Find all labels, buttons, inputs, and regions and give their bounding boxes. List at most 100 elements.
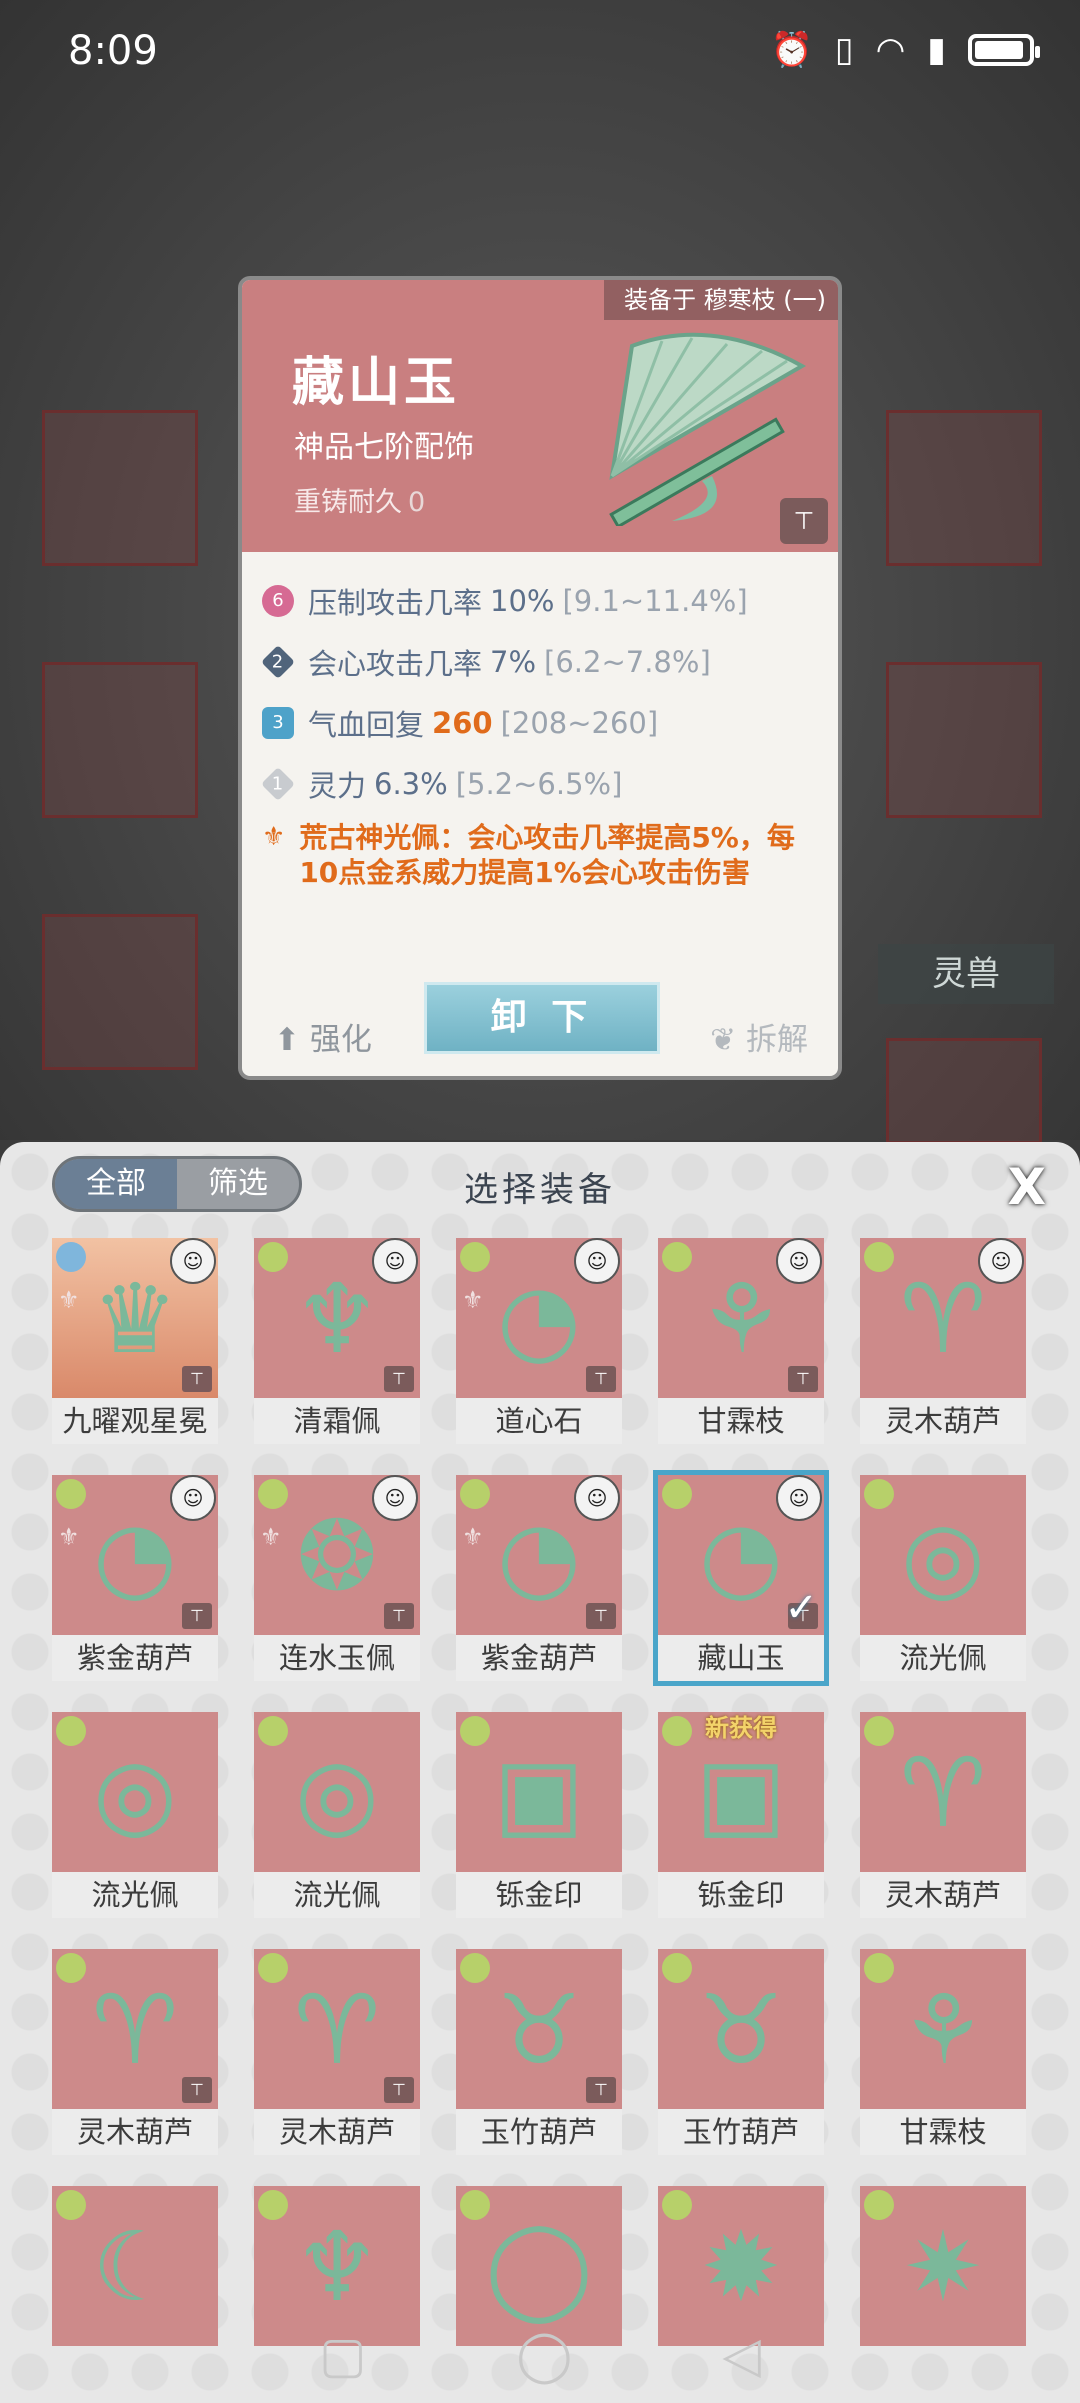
equipment-slot[interactable]: ⚘ 甘霖枝 bbox=[860, 1949, 1026, 2155]
equipment-slot[interactable]: ◔ ⚜ ☺ ⊤ 紫金葫芦 bbox=[456, 1475, 622, 1681]
equipment-name: 清霜佩 bbox=[254, 1398, 420, 1444]
equipment-slot[interactable]: ♈ 灵木葫芦 bbox=[860, 1712, 1026, 1918]
attribute-row: 3 气血回复 260 [208~260] bbox=[262, 692, 822, 753]
set-bonus-icon: ⚜ bbox=[462, 1523, 484, 1551]
unequip-button[interactable]: 卸 下 bbox=[424, 982, 660, 1054]
element-icon bbox=[662, 1953, 692, 1983]
element-icon bbox=[662, 1242, 692, 1272]
hero-avatar-icon: ☺ bbox=[574, 1238, 620, 1284]
background-slot bbox=[42, 410, 198, 566]
set-bonus-icon: ⚜ bbox=[462, 1286, 484, 1314]
attribute-range: [5.2~6.5%] bbox=[455, 766, 623, 801]
battery-icon bbox=[968, 34, 1040, 66]
hero-avatar-icon: ☺ bbox=[170, 1238, 216, 1284]
item-name: 藏山玉 bbox=[292, 353, 461, 413]
equipment-name: 连水玉佩 bbox=[254, 1635, 420, 1681]
equipment-slot[interactable]: ♛ ⚜ ☺ ⊤ 九曜观星冕 bbox=[52, 1238, 218, 1444]
equipment-slot[interactable]: ▣ 新获得 铄金印 bbox=[658, 1712, 824, 1918]
equipment-name: 流光佩 bbox=[860, 1635, 1026, 1681]
equipment-slot[interactable]: ♆ ☺ ⊤ 清霜佩 bbox=[254, 1238, 420, 1444]
jade-fan-icon bbox=[609, 332, 807, 526]
signal-icon: ▮ bbox=[927, 30, 946, 70]
card-header: 装备于 穆寒枝 (一) 藏山玉 神品七阶配饰 重铸耐久 0 ⊤ bbox=[242, 280, 838, 552]
equipment-name: 灵木葫芦 bbox=[860, 1872, 1026, 1918]
element-icon bbox=[56, 1242, 86, 1272]
green-gourd-icon: ♉ bbox=[697, 1974, 785, 2086]
equipment-slot[interactable]: ▣ 铄金印 bbox=[456, 1712, 622, 1918]
equipment-name: 灵木葫芦 bbox=[254, 2109, 420, 2155]
strengthen-button[interactable]: ⬆ 强化 bbox=[274, 1014, 372, 1059]
equipment-slot[interactable]: ♉ 玉竹葫芦 bbox=[658, 1949, 824, 2155]
lock-icon: ⊤ bbox=[384, 1603, 414, 1629]
element-icon bbox=[56, 1953, 86, 1983]
hero-avatar-icon: ☺ bbox=[372, 1238, 418, 1284]
navigation-bar: ▢ ◯ ◁ bbox=[0, 2306, 1080, 2403]
wifi-icon: ◠ bbox=[875, 30, 906, 70]
equipment-select-panel: 全部 筛选 选择装备 X ♛ ⚜ ☺ ⊤ 九曜观星冕 ♆ ☺ ⊤ 清霜佩 ◔ ⚜ ☺ ⊤ 道心石 ⚘ ☺ ⊤ 甘霖… bbox=[0, 1142, 1080, 2403]
dismantle-button[interactable]: ❦ 拆解 bbox=[710, 1014, 808, 1059]
attribute-range: [6.2~7.8%] bbox=[544, 644, 711, 679]
equipment-slot[interactable]: ♈ ☺ 灵木葫芦 bbox=[860, 1238, 1026, 1444]
equipment-slot[interactable]: ❂ ⚜ ☺ ⊤ 连水玉佩 bbox=[254, 1475, 420, 1681]
equipment-slot[interactable]: ◔ ⚜ ☺ ⊤ 紫金葫芦 bbox=[52, 1475, 218, 1681]
hero-avatar-icon: ☺ bbox=[776, 1475, 822, 1521]
background-slot bbox=[42, 914, 198, 1070]
attribute-range: [208~260] bbox=[500, 705, 659, 740]
seal-icon: ▣ bbox=[695, 1737, 787, 1849]
home-icon[interactable]: ◯ bbox=[516, 2326, 572, 2384]
background-slot bbox=[886, 1038, 1042, 1144]
equipment-name: 玉竹葫芦 bbox=[658, 2109, 824, 2155]
equipment-name: 甘霖枝 bbox=[860, 2109, 1026, 2155]
card-actions: ⬆ 强化 卸 下 ❦ 拆解 bbox=[242, 970, 838, 1076]
recast-durability: 重铸耐久 0 bbox=[294, 480, 425, 519]
hero-avatar-icon: ☺ bbox=[372, 1475, 418, 1521]
equipment-slot[interactable]: ♈ ⊤ 灵木葫芦 bbox=[52, 1949, 218, 2155]
clock: 8:09 bbox=[68, 28, 158, 74]
lock-icon: ⊤ bbox=[586, 1603, 616, 1629]
lock-icon: ⊤ bbox=[384, 2077, 414, 2103]
equipment-name: 紫金葫芦 bbox=[456, 1635, 622, 1681]
attribute-range: [9.1~11.4%] bbox=[562, 583, 748, 618]
close-button[interactable]: X bbox=[1007, 1158, 1046, 1216]
equipment-name: 流光佩 bbox=[52, 1872, 218, 1918]
equipment-slot[interactable]: ♈ ⊤ 灵木葫芦 bbox=[254, 1949, 420, 2155]
set-bonus-icon: ⚜ bbox=[58, 1523, 80, 1551]
hero-avatar-icon: ☺ bbox=[170, 1475, 216, 1521]
spirit-beast-button: 灵兽 bbox=[878, 944, 1054, 1004]
lock-icon: ⊤ bbox=[788, 1366, 818, 1392]
element-icon bbox=[258, 1716, 288, 1746]
new-badge: 新获得 bbox=[705, 1714, 777, 1742]
lock-icon: ⊤ bbox=[586, 2077, 616, 2103]
lock-icon: ⊤ bbox=[182, 1603, 212, 1629]
equipment-name: 灵木葫芦 bbox=[52, 2109, 218, 2155]
equipment-slot[interactable]: ◎ 流光佩 bbox=[860, 1475, 1026, 1681]
panel-title: 选择装备 bbox=[464, 1170, 616, 1210]
up-arrow-icon: ⬆ bbox=[274, 1022, 310, 1058]
set-bonus-icon: ⚜ bbox=[260, 1523, 282, 1551]
recent-apps-icon[interactable]: ▢ bbox=[319, 2326, 366, 2384]
attribute-row: 1 灵力 6.3% [5.2~6.5%] bbox=[261, 753, 822, 814]
equipment-slot[interactable]: ◔ ☺ ⊤ ✓ 藏山玉 bbox=[653, 1470, 829, 1686]
equipment-slot[interactable]: ◔ ⚜ ☺ ⊤ 道心石 bbox=[456, 1238, 622, 1444]
attribute-badge-icon: 2 bbox=[261, 644, 295, 679]
back-icon[interactable]: ◁ bbox=[722, 2326, 760, 2384]
lock-icon: ⊤ bbox=[182, 1366, 212, 1392]
strengthen-label: 强化 bbox=[309, 1022, 372, 1058]
element-icon bbox=[662, 2190, 692, 2220]
lock-icon[interactable]: ⊤ bbox=[780, 498, 828, 544]
equipment-name: 九曜观星冕 bbox=[52, 1398, 218, 1444]
equipment-name: 甘霖枝 bbox=[658, 1398, 824, 1444]
attribute-name: 压制攻击几率 bbox=[308, 585, 483, 620]
equipment-slot[interactable]: ◎ 流光佩 bbox=[254, 1712, 420, 1918]
equipment-slot[interactable]: ◎ 流光佩 bbox=[52, 1712, 218, 1918]
seal-icon: ▣ bbox=[493, 1737, 585, 1849]
equipment-slot[interactable]: ⚘ ☺ ⊤ 甘霖枝 bbox=[658, 1238, 824, 1444]
gourd-icon: ♈ bbox=[293, 1974, 381, 2086]
lock-icon: ⊤ bbox=[182, 2077, 212, 2103]
equipment-slot[interactable]: ♉ ⊤ 玉竹葫芦 bbox=[456, 1949, 622, 2155]
lock-icon: ⊤ bbox=[586, 1366, 616, 1392]
dismantle-label: 拆解 bbox=[746, 1022, 808, 1058]
recast-label: 重铸耐久 bbox=[294, 487, 402, 518]
spiral-pendant-icon: ◎ bbox=[93, 1737, 177, 1849]
equipment-name: 灵木葫芦 bbox=[860, 1398, 1026, 1444]
